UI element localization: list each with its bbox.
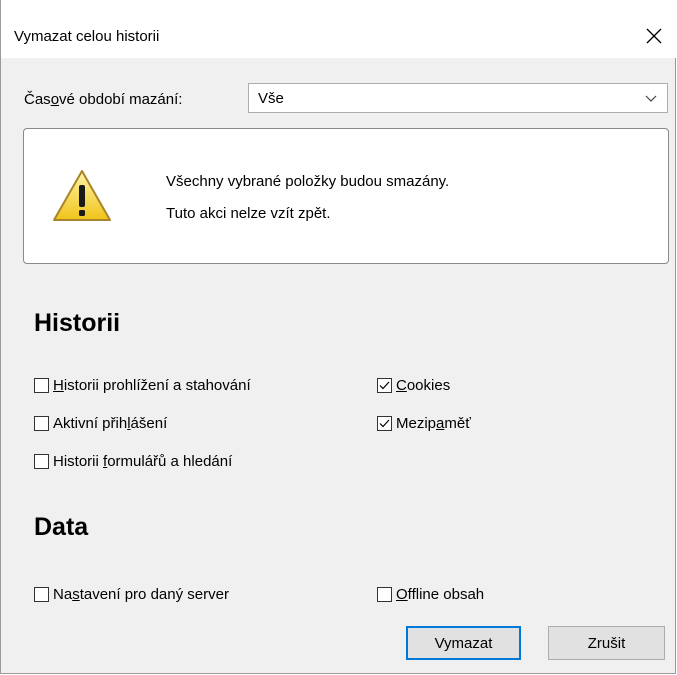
checkbox-site-settings[interactable]: Nastavení pro daný server [34, 586, 229, 603]
dialog-title: Vymazat celou historii [14, 28, 160, 45]
time-range-select[interactable]: Vše [248, 83, 668, 113]
clear-history-dialog: Vymazat celou historii Časové období maz… [0, 0, 677, 674]
chevron-down-icon [645, 95, 657, 102]
clear-now-button[interactable]: Vymazat [406, 626, 521, 660]
checkbox-active-logins[interactable]: Aktivní přihlášení [34, 415, 167, 432]
close-button[interactable] [631, 16, 677, 56]
warning-text-line2: Tuto akci nelze vzít zpět. [166, 205, 331, 222]
checkbox-form-history[interactable]: Historii formulářů a hledání [34, 453, 232, 470]
checkbox-box [34, 416, 49, 431]
checkbox-box [377, 378, 392, 393]
warning-text-line1: Všechny vybrané položky budou smazány. [166, 173, 450, 190]
time-range-value: Vše [258, 89, 284, 107]
checkbox-cookies[interactable]: Cookies [377, 377, 450, 394]
checkbox-box [34, 454, 49, 469]
checkbox-box [34, 378, 49, 393]
close-icon [646, 28, 662, 44]
warning-panel: Všechny vybrané položky budou smazány. T… [23, 128, 669, 264]
checkbox-box [377, 587, 392, 602]
checkbox-offline-content[interactable]: Offline obsah [377, 586, 484, 603]
checkbox-box [377, 416, 392, 431]
checkbox-cache[interactable]: Mezipaměť [377, 415, 471, 432]
time-range-label: Časové období mazání: [24, 90, 183, 108]
check-mark-icon [379, 381, 390, 390]
checkbox-box [34, 587, 49, 602]
history-heading: Historii [34, 309, 121, 337]
checkbox-browsing-history[interactable]: Historii prohlížení a stahování [34, 377, 251, 394]
cancel-button[interactable]: Zrušit [548, 626, 665, 660]
title-bar: Vymazat celou historii [1, 0, 677, 58]
warning-icon [53, 170, 111, 221]
data-heading: Data [34, 513, 89, 541]
check-mark-icon [379, 419, 390, 428]
